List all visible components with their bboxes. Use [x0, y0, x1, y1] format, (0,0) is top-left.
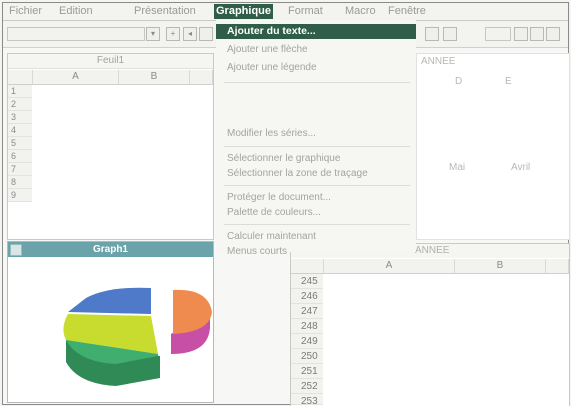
column-header-e[interactable]: E — [505, 76, 512, 87]
menu-separator — [224, 146, 410, 147]
toolbar-button-1[interactable]: + — [166, 27, 180, 41]
pie-slice-blue[interactable] — [68, 287, 151, 314]
graphique-menu: Ajouter du texte... Ajouter une flèche A… — [216, 20, 416, 257]
menu-item-selectionner-zone[interactable]: Sélectionner la zone de traçage — [216, 166, 416, 181]
toolbar-button-6[interactable] — [485, 27, 511, 41]
toolbar-button-8[interactable] — [530, 27, 544, 41]
feuil1-window: Feuil1 A B 1 2 3 4 5 6 7 8 9 — [7, 53, 214, 240]
toolbar-dropdown-button[interactable]: ▾ — [146, 27, 160, 41]
menu-item-calculer[interactable]: Calculer maintenant — [216, 229, 416, 244]
annee-back-title: ANNEE — [421, 56, 456, 67]
row-header-245[interactable]: 245 — [291, 274, 323, 289]
column-header-b-2[interactable]: B — [455, 259, 546, 274]
column-header-b[interactable]: B — [119, 70, 190, 85]
cell-mai[interactable]: Mai — [449, 162, 465, 173]
menu-item-ajouter-fleche[interactable]: Ajouter une flèche — [216, 42, 416, 57]
column-header-c-2[interactable] — [546, 259, 569, 274]
menu-presentation[interactable]: Présentation — [132, 4, 198, 19]
row-header-246[interactable]: 246 — [291, 289, 323, 304]
toolbar-button-4[interactable] — [425, 27, 439, 41]
row-header-250[interactable]: 250 — [291, 349, 323, 364]
menu-item-menus-courts[interactable]: Menus courts — [216, 244, 416, 259]
window-control-icon[interactable] — [10, 244, 22, 256]
row-header-249[interactable]: 249 — [291, 334, 323, 349]
column-header-a[interactable]: A — [33, 70, 119, 85]
row-header-247[interactable]: 247 — [291, 304, 323, 319]
row-header-2[interactable]: 2 — [8, 98, 32, 111]
toolbar-button-5[interactable] — [443, 27, 457, 41]
menu-separator — [224, 224, 410, 225]
graph1-window: Graph1 — [7, 241, 214, 403]
menu-fenetre[interactable]: Fenêtre — [386, 4, 428, 19]
application-window: Fichier Edition Présentation Graphique F… — [2, 2, 570, 406]
pie-chart[interactable] — [8, 258, 213, 402]
row-header-9[interactable]: 9 — [8, 189, 32, 202]
row-header-252[interactable]: 252 — [291, 379, 323, 394]
row-header-4[interactable]: 4 — [8, 124, 32, 137]
toolbar-button-9[interactable] — [546, 27, 560, 41]
column-header-d[interactable]: D — [455, 76, 462, 87]
row-header-251[interactable]: 251 — [291, 364, 323, 379]
annee-back-window: ANNEE D E Mai Avril — [416, 53, 570, 240]
row-header-8[interactable]: 8 — [8, 176, 32, 189]
toolbar-button-3[interactable] — [199, 27, 213, 41]
menu-graphique[interactable]: Graphique — [214, 4, 274, 19]
column-header-a-2[interactable]: A — [324, 259, 455, 274]
feuil1-title: Feuil1 — [8, 54, 213, 69]
menu-bar: Fichier Edition Présentation Graphique F… — [3, 3, 568, 21]
toolbar-style-box[interactable] — [7, 27, 145, 41]
row-header-7[interactable]: 7 — [8, 163, 32, 176]
graph1-title: Graph1 — [8, 242, 213, 257]
menu-item-selectionner-graphique[interactable]: Sélectionner le graphique — [216, 151, 416, 166]
cell-avril[interactable]: Avril — [511, 162, 530, 173]
row-header-6[interactable]: 6 — [8, 150, 32, 163]
select-all-corner-2[interactable] — [291, 259, 324, 274]
toolbar-button-7[interactable] — [514, 27, 528, 41]
menu-separator — [224, 185, 410, 186]
row-header-253[interactable]: 253 — [291, 394, 323, 406]
select-all-corner[interactable] — [8, 70, 33, 85]
row-header-248[interactable]: 248 — [291, 319, 323, 334]
row-header-1[interactable]: 1 — [8, 85, 32, 98]
row-header-5[interactable]: 5 — [8, 137, 32, 150]
menu-separator — [224, 82, 410, 83]
column-header-c[interactable] — [190, 70, 213, 85]
menu-item-palette-couleurs[interactable]: Palette de couleurs... — [216, 205, 416, 220]
menu-format[interactable]: Format — [286, 4, 325, 19]
screen: Fichier Edition Présentation Graphique F… — [0, 0, 571, 406]
menu-item-proteger-document[interactable]: Protéger le document... — [216, 190, 416, 205]
menu-macro[interactable]: Macro — [343, 4, 378, 19]
toolbar-button-2[interactable]: ◂ — [183, 27, 197, 41]
menu-item-ajouter-legende[interactable]: Ajouter une légende — [216, 60, 416, 75]
menu-item-ajouter-texte[interactable]: Ajouter du texte... — [216, 24, 416, 39]
menu-edition[interactable]: Edition — [57, 4, 95, 19]
row-header-3[interactable]: 3 — [8, 111, 32, 124]
menu-item-modifier-series[interactable]: Modifier les séries... — [216, 126, 416, 141]
menu-fichier[interactable]: Fichier — [7, 4, 44, 19]
annee-front-window: ANNEE A B 245 246 247 248 249 250 251 25… — [290, 243, 570, 406]
